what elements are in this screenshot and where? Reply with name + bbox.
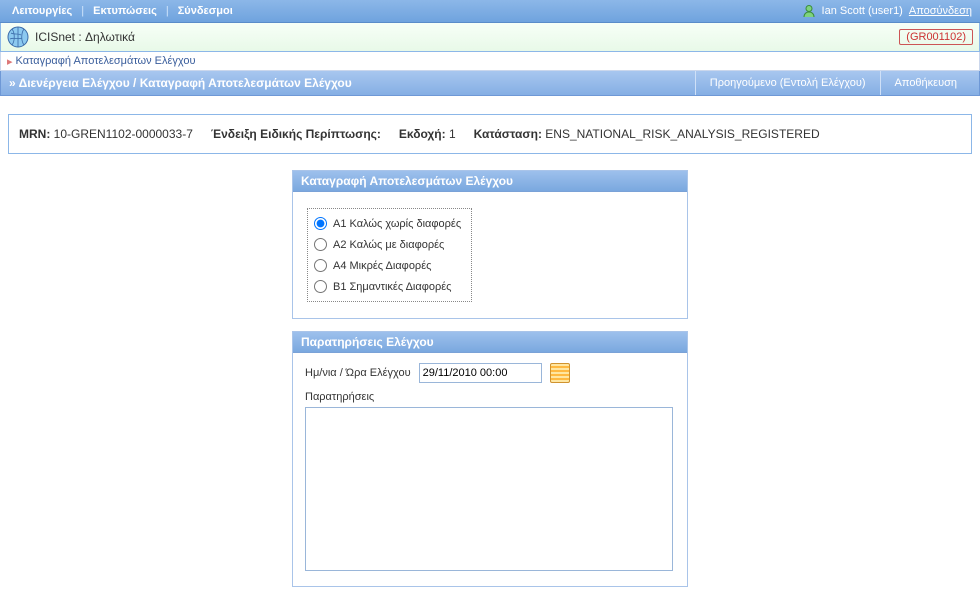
version-value: 1 bbox=[449, 127, 456, 141]
mrn-value: 10-GREN1102-0000033-7 bbox=[54, 127, 193, 141]
radio-a2[interactable]: A2 Καλώς με διαφορές bbox=[312, 234, 463, 255]
results-panel: Καταγραφή Αποτελεσμάτων Ελέγχου A1 Καλώς… bbox=[292, 170, 688, 319]
app-title: ICISnet : Δηλωτικά bbox=[35, 30, 135, 44]
mrn-label: MRN: bbox=[19, 127, 50, 141]
observations-panel-header: Παρατηρήσεις Ελέγχου bbox=[293, 332, 687, 353]
previous-button[interactable]: Προηγούμενο (Εντολή Ελέγχου) bbox=[695, 71, 880, 95]
user-name: Ian Scott (user1) bbox=[822, 5, 903, 17]
office-code: (GR001102) bbox=[899, 29, 973, 45]
observations-textarea[interactable] bbox=[305, 407, 673, 571]
datetime-label: Ημ/νια / Ώρα Ελέγχου bbox=[305, 367, 411, 379]
breadcrumb-arrow-icon: ▸ bbox=[7, 55, 13, 68]
logout-link[interactable]: Αποσύνδεση bbox=[909, 5, 972, 17]
radio-b1-label: B1 Σημαντικές Διαφορές bbox=[333, 281, 451, 293]
title-bar: ICISnet : Δηλωτικά (GR001102) bbox=[0, 23, 980, 52]
main-menu: Λειτουργίες | Εκτυπώσεις | Σύνδεσμοι bbox=[8, 5, 237, 17]
action-bar: » Διενέργεια Ελέγχου / Καταγραφή Αποτελε… bbox=[0, 71, 980, 96]
radio-a1[interactable]: A1 Καλώς χωρίς διαφορές bbox=[312, 213, 463, 234]
special-label: Ένδειξη Ειδικής Περίπτωσης: bbox=[211, 127, 381, 141]
breadcrumb-link[interactable]: Καταγραφή Αποτελεσμάτων Ελέγχου bbox=[16, 55, 196, 67]
radio-a4-label: A4 Μικρές Διαφορές bbox=[333, 260, 431, 272]
radio-a1-label: A1 Καλώς χωρίς διαφορές bbox=[333, 218, 461, 230]
save-button[interactable]: Αποθήκευση bbox=[880, 71, 971, 95]
status-value: ENS_NATIONAL_RISK_ANALYSIS_REGISTERED bbox=[545, 127, 819, 141]
version-label: Εκδοχή: bbox=[399, 127, 446, 141]
observations-label: Παρατηρήσεις bbox=[305, 391, 675, 403]
calendar-icon[interactable] bbox=[550, 363, 570, 383]
menu-prints[interactable]: Εκτυπώσεις bbox=[89, 5, 161, 17]
results-panel-header: Καταγραφή Αποτελεσμάτων Ελέγχου bbox=[293, 171, 687, 192]
radio-a4-input[interactable] bbox=[314, 259, 327, 272]
menu-separator: | bbox=[80, 5, 85, 17]
menu-separator: | bbox=[165, 5, 170, 17]
user-area: Ian Scott (user1) Αποσύνδεση bbox=[802, 4, 972, 18]
datetime-input[interactable] bbox=[419, 363, 542, 383]
result-radio-group: A1 Καλώς χωρίς διαφορές A2 Καλώς με διαφ… bbox=[307, 208, 472, 302]
radio-a4[interactable]: A4 Μικρές Διαφορές bbox=[312, 255, 463, 276]
status-label: Κατάσταση: bbox=[474, 127, 542, 141]
radio-b1[interactable]: B1 Σημαντικές Διαφορές bbox=[312, 276, 463, 297]
user-icon bbox=[802, 4, 816, 18]
menu-functions[interactable]: Λειτουργίες bbox=[8, 5, 76, 17]
observations-panel: Παρατηρήσεις Ελέγχου Ημ/νια / Ώρα Ελέγχο… bbox=[292, 331, 688, 587]
breadcrumb: ▸ Καταγραφή Αποτελεσμάτων Ελέγχου bbox=[0, 52, 980, 71]
info-box: MRN: 10-GREN1102-0000033-7 Ένδειξη Ειδικ… bbox=[8, 114, 972, 154]
radio-a2-input[interactable] bbox=[314, 238, 327, 251]
radio-a2-label: A2 Καλώς με διαφορές bbox=[333, 239, 444, 251]
top-menu-bar: Λειτουργίες | Εκτυπώσεις | Σύνδεσμοι Ian… bbox=[0, 0, 980, 23]
content-area: MRN: 10-GREN1102-0000033-7 Ένδειξη Ειδικ… bbox=[0, 96, 980, 587]
radio-b1-input[interactable] bbox=[314, 280, 327, 293]
menu-links[interactable]: Σύνδεσμοι bbox=[174, 5, 237, 17]
radio-a1-input[interactable] bbox=[314, 217, 327, 230]
globe-icon bbox=[7, 26, 29, 48]
page-path: » Διενέργεια Ελέγχου / Καταγραφή Αποτελε… bbox=[9, 76, 695, 90]
